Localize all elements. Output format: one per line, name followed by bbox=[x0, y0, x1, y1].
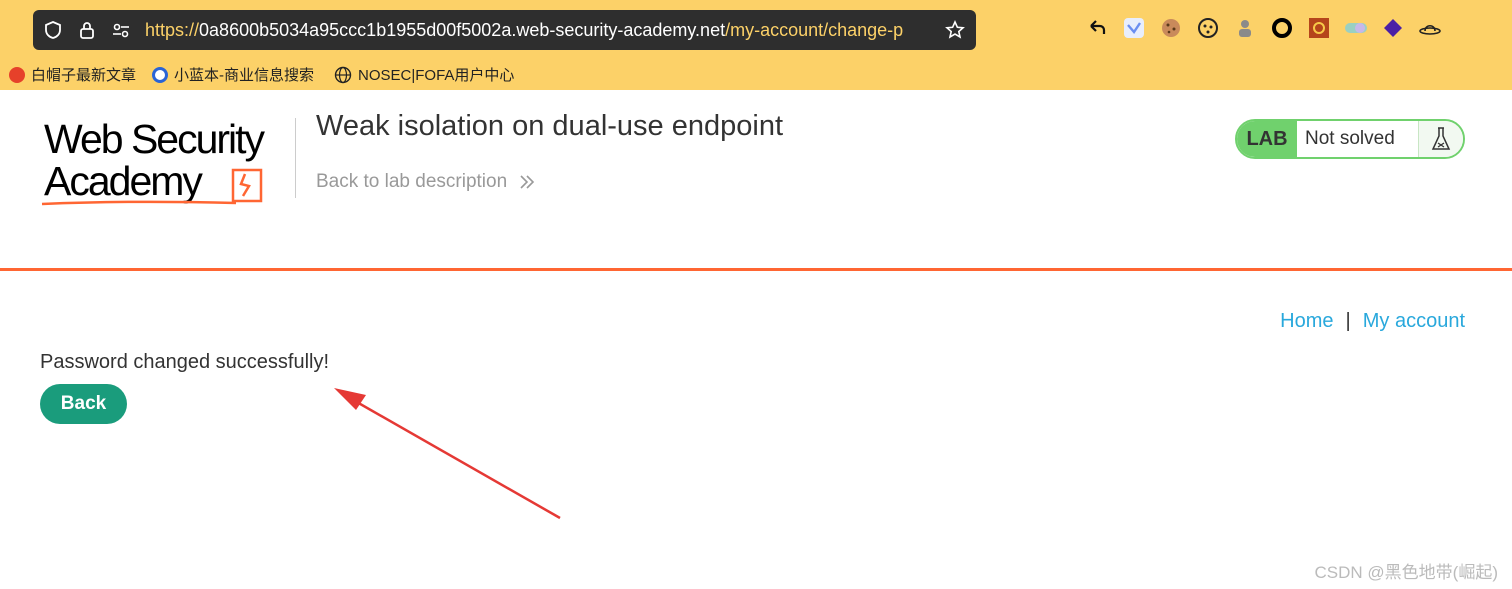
nav-separator: | bbox=[1345, 310, 1351, 332]
toggle-extension-icon[interactable] bbox=[1344, 16, 1368, 40]
url-text[interactable]: https://0a8600b5034a95ccc1b1955d00f5002a… bbox=[145, 20, 935, 41]
shield-icon[interactable] bbox=[43, 20, 63, 40]
nav-my-account-link[interactable]: My account bbox=[1363, 310, 1465, 333]
back-to-lab-description-link[interactable]: Back to lab description bbox=[316, 171, 536, 193]
header-divider bbox=[295, 118, 296, 198]
address-bar[interactable]: https://0a8600b5034a95ccc1b1955d00f5002a… bbox=[33, 10, 976, 50]
browser-toolbar: https://0a8600b5034a95ccc1b1955d00f5002a… bbox=[0, 0, 1512, 58]
bookmarks-bar: 白帽子最新文章 小蓝本-商业信息搜索 NOSEC|FOFA用户中心 bbox=[0, 58, 1512, 90]
extensions-bar bbox=[1085, 16, 1442, 44]
flask-icon bbox=[1418, 121, 1463, 157]
top-nav: Home | My account bbox=[1280, 310, 1465, 333]
ring-extension-icon[interactable] bbox=[1270, 16, 1294, 40]
spy-extension-icon[interactable] bbox=[1233, 16, 1257, 40]
search-q-icon bbox=[152, 66, 168, 83]
bookmark-item[interactable]: 白帽子最新文章 bbox=[9, 64, 136, 85]
logo-underline-icon bbox=[41, 200, 237, 206]
permissions-icon[interactable] bbox=[111, 20, 131, 40]
hat-extension-icon[interactable] bbox=[1418, 16, 1442, 40]
globe-icon bbox=[334, 66, 352, 83]
sun-extension-icon[interactable] bbox=[1307, 16, 1331, 40]
nav-home-link[interactable]: Home bbox=[1280, 310, 1333, 333]
lab-tag: LAB bbox=[1237, 121, 1297, 157]
gem-extension-icon[interactable] bbox=[1381, 16, 1405, 40]
whitehat-icon bbox=[9, 66, 25, 83]
back-button[interactable]: Back bbox=[40, 384, 127, 424]
cookie-editor-icon[interactable] bbox=[1196, 16, 1220, 40]
csdn-watermark: CSDN @黑色地带(崛起) bbox=[1314, 563, 1498, 582]
lab-title: Weak isolation on dual-use endpoint bbox=[316, 110, 784, 142]
lab-status-text: Not solved bbox=[1297, 121, 1418, 157]
lab-status-widget: LAB Not solved bbox=[1235, 119, 1465, 159]
password-changed-message: Password changed successfully! bbox=[40, 351, 330, 373]
web-security-academy-logo[interactable]: Web Security Academy bbox=[40, 116, 292, 208]
bookmark-item[interactable]: 小蓝本-商业信息搜索 bbox=[152, 64, 314, 85]
cookie-extension-icon[interactable] bbox=[1159, 16, 1183, 40]
lock-icon[interactable] bbox=[77, 20, 97, 40]
header-orange-rule bbox=[0, 268, 1512, 271]
back-arrow-icon[interactable] bbox=[1085, 16, 1109, 40]
double-chevron-right-icon bbox=[520, 175, 535, 189]
bookmark-item[interactable]: NOSEC|FOFA用户中心 bbox=[334, 64, 514, 85]
star-icon[interactable] bbox=[945, 20, 965, 40]
bird-extension-icon[interactable] bbox=[1122, 16, 1146, 40]
